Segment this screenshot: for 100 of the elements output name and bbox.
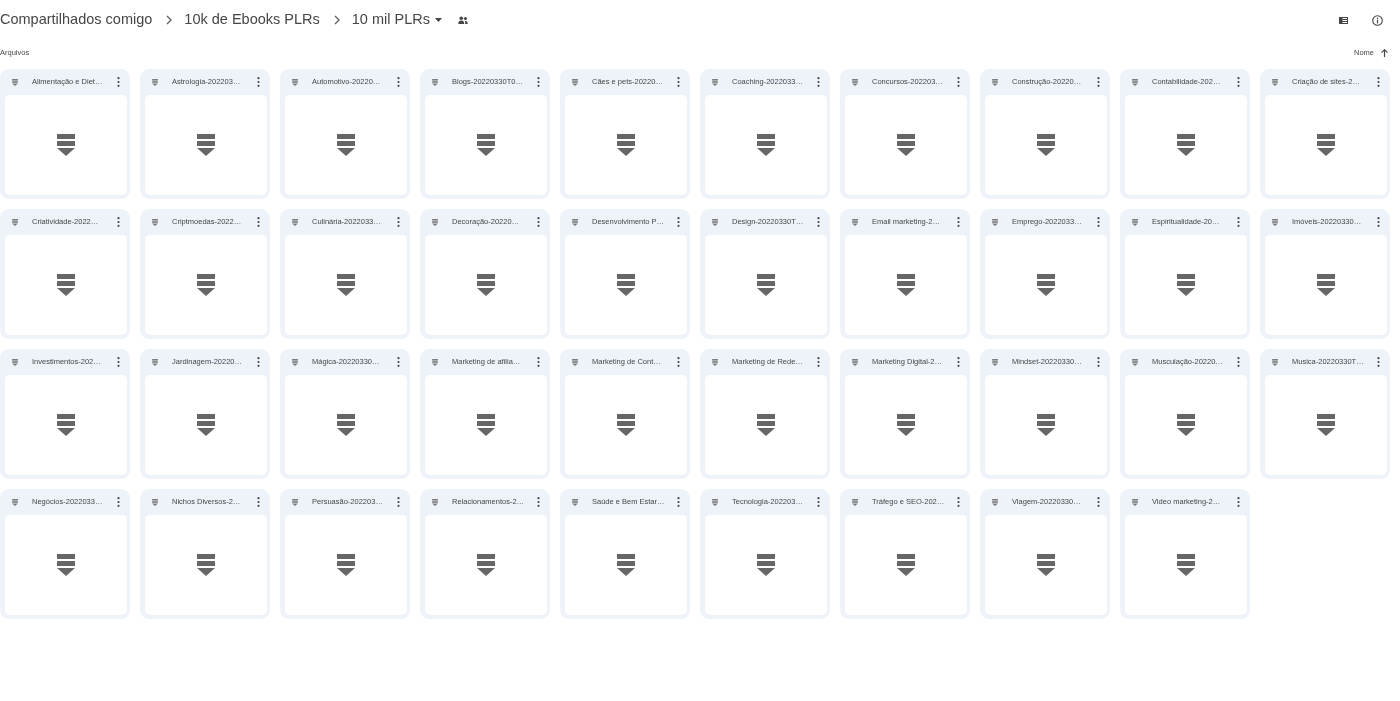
bars-down-arrow-icon (432, 498, 438, 506)
bars-down-arrow-icon (992, 78, 998, 86)
bars-down-arrow-icon (292, 78, 298, 86)
more-options-icon[interactable] (1237, 497, 1240, 507)
bars-down-arrow-icon (152, 358, 158, 366)
bars-down-arrow-icon (292, 498, 298, 506)
info-icon[interactable] (1372, 14, 1383, 26)
folder-menu-button[interactable]: 10 mil PLRs (351, 11, 442, 29)
more-options-icon[interactable] (1377, 77, 1380, 87)
more-options-icon[interactable] (537, 357, 540, 367)
bars-down-arrow-icon (152, 498, 158, 506)
bars-down-arrow-icon (12, 498, 18, 506)
bars-down-arrow-icon (1037, 414, 1055, 436)
bars-down-arrow-icon (617, 274, 635, 296)
bars-down-arrow-icon (292, 358, 298, 366)
more-options-icon[interactable] (537, 217, 540, 227)
more-options-icon[interactable] (817, 497, 820, 507)
bars-down-arrow-icon (757, 274, 775, 296)
more-options-icon[interactable] (1237, 217, 1240, 227)
bars-down-arrow-icon (12, 358, 18, 366)
people-icon[interactable] (457, 16, 468, 24)
more-options-icon[interactable] (677, 217, 680, 227)
more-options-icon[interactable] (257, 497, 260, 507)
bars-down-arrow-icon (897, 414, 915, 436)
bars-down-arrow-icon (337, 554, 355, 576)
bars-down-arrow-icon (712, 78, 718, 86)
bars-down-arrow-icon (757, 554, 775, 576)
bars-down-arrow-icon (1132, 498, 1138, 506)
breadcrumb-link[interactable]: Compartilhados comigo (0, 11, 153, 29)
more-options-icon[interactable] (817, 217, 820, 227)
bars-down-arrow-icon (292, 218, 298, 226)
bars-down-arrow-icon (477, 414, 495, 436)
more-options-icon[interactable] (817, 357, 820, 367)
bars-down-arrow-icon (57, 134, 75, 156)
more-options-icon[interactable] (957, 217, 960, 227)
bars-down-arrow-icon (1132, 218, 1138, 226)
more-options-icon[interactable] (397, 357, 400, 367)
bars-down-arrow-icon (1177, 554, 1195, 576)
bars-down-arrow-icon (1272, 358, 1278, 366)
bars-down-arrow-icon (57, 554, 75, 576)
more-options-icon[interactable] (1097, 217, 1100, 227)
bars-down-arrow-icon (1037, 274, 1055, 296)
more-options-icon[interactable] (1377, 357, 1380, 367)
more-options-icon[interactable] (257, 357, 260, 367)
bars-down-arrow-icon (1177, 134, 1195, 156)
bars-down-arrow-icon (852, 498, 858, 506)
bars-down-arrow-icon (852, 218, 858, 226)
bars-down-arrow-icon (197, 554, 215, 576)
more-options-icon[interactable] (1237, 357, 1240, 367)
chevron-right-icon (166, 15, 173, 25)
more-options-icon[interactable] (397, 217, 400, 227)
more-options-icon[interactable] (677, 77, 680, 87)
arrow-up-icon[interactable] (1381, 49, 1388, 57)
bars-down-arrow-icon (852, 358, 858, 366)
more-options-icon[interactable] (397, 77, 400, 87)
more-options-icon[interactable] (957, 497, 960, 507)
more-options-icon[interactable] (957, 357, 960, 367)
bars-down-arrow-icon (197, 414, 215, 436)
more-options-icon[interactable] (117, 357, 120, 367)
more-options-icon[interactable] (537, 497, 540, 507)
bars-down-arrow-icon (617, 414, 635, 436)
more-options-icon[interactable] (537, 77, 540, 87)
bars-down-arrow-icon (1037, 554, 1055, 576)
bars-down-arrow-icon (572, 218, 578, 226)
more-options-icon[interactable] (117, 497, 120, 507)
more-options-icon[interactable] (1097, 77, 1100, 87)
breadcrumb-link[interactable]: 10k de Ebooks PLRs (184, 11, 320, 29)
more-options-icon[interactable] (677, 497, 680, 507)
bars-down-arrow-icon (432, 358, 438, 366)
bars-down-arrow-icon (992, 218, 998, 226)
more-options-icon[interactable] (117, 77, 120, 87)
more-options-icon[interactable] (257, 217, 260, 227)
list-view-icon[interactable] (1339, 16, 1348, 24)
bars-down-arrow-icon (57, 274, 75, 296)
bars-down-arrow-icon (1177, 414, 1195, 436)
bars-down-arrow-icon (1272, 218, 1278, 226)
more-options-icon[interactable] (1237, 77, 1240, 87)
bars-down-arrow-icon (852, 78, 858, 86)
bars-down-arrow-icon (572, 358, 578, 366)
bars-down-arrow-icon (337, 274, 355, 296)
bars-down-arrow-icon (432, 78, 438, 86)
caret-icon (434, 18, 442, 22)
more-options-icon[interactable] (117, 217, 120, 227)
more-options-icon[interactable] (957, 77, 960, 87)
bars-down-arrow-icon (897, 134, 915, 156)
bars-down-arrow-icon (757, 414, 775, 436)
more-options-icon[interactable] (257, 77, 260, 87)
bars-down-arrow-icon (477, 274, 495, 296)
bars-down-arrow-icon (712, 358, 718, 366)
more-options-icon[interactable] (397, 497, 400, 507)
more-options-icon[interactable] (1097, 357, 1100, 367)
bars-down-arrow-icon (1132, 358, 1138, 366)
bars-down-arrow-icon (197, 134, 215, 156)
more-options-icon[interactable] (1377, 217, 1380, 227)
bars-down-arrow-icon (197, 274, 215, 296)
more-options-icon[interactable] (1097, 497, 1100, 507)
more-options-icon[interactable] (817, 77, 820, 87)
more-options-icon[interactable] (677, 357, 680, 367)
bars-down-arrow-icon (572, 78, 578, 86)
bars-down-arrow-icon (477, 554, 495, 576)
